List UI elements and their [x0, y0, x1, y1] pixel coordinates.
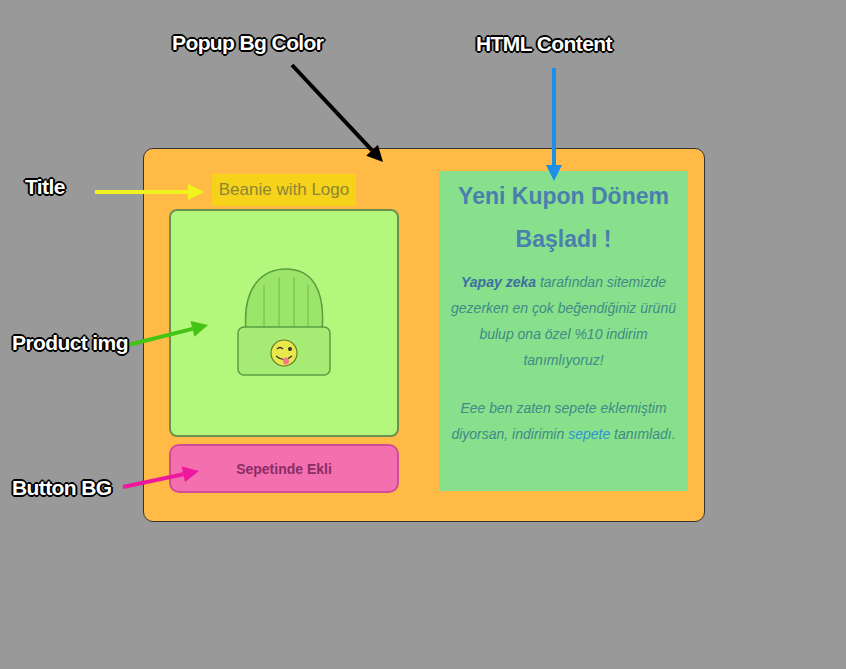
annotation-label: Popup Bg Color [172, 31, 323, 55]
html-content: Yeni Kupon Dönem Başladı !Yapay zeka tar… [439, 171, 688, 491]
page: Beanie with Logo Sepetinde Ekli Yeni Kupon… [0, 0, 846, 669]
arrow-icon [292, 65, 383, 162]
cart-button[interactable]: Sepetinde Ekli [169, 444, 399, 493]
arrow-icon [128, 321, 208, 345]
cart-link[interactable]: sepete [568, 426, 610, 442]
popup: Beanie with Logo Sepetinde Ekli Yeni Kupon… [143, 148, 705, 522]
strong-text: Yapay zeka [461, 274, 536, 290]
arrow-icon [95, 184, 204, 200]
product-title: Beanie with Logo [212, 174, 356, 206]
html-paragraph: Eee ben zaten sepete eklemiştim diyorsan… [451, 395, 676, 447]
html-paragraph: Yapay zeka tarafından sitemizde gezerken… [451, 269, 676, 373]
arrow-icon [123, 466, 199, 487]
arrow-icon [546, 68, 562, 181]
annotation-label: HTML Content [476, 32, 612, 56]
annotation-label: Product img [12, 331, 128, 355]
product-image[interactable] [169, 209, 399, 437]
html-heading: Yeni Kupon Dönem Başladı ! [451, 175, 676, 261]
product-column: Beanie with Logo Sepetinde Ekli [169, 174, 399, 493]
annotation-label: Button BG [12, 476, 112, 500]
annotation-label: Title [25, 175, 65, 199]
beanie-icon [234, 265, 334, 381]
